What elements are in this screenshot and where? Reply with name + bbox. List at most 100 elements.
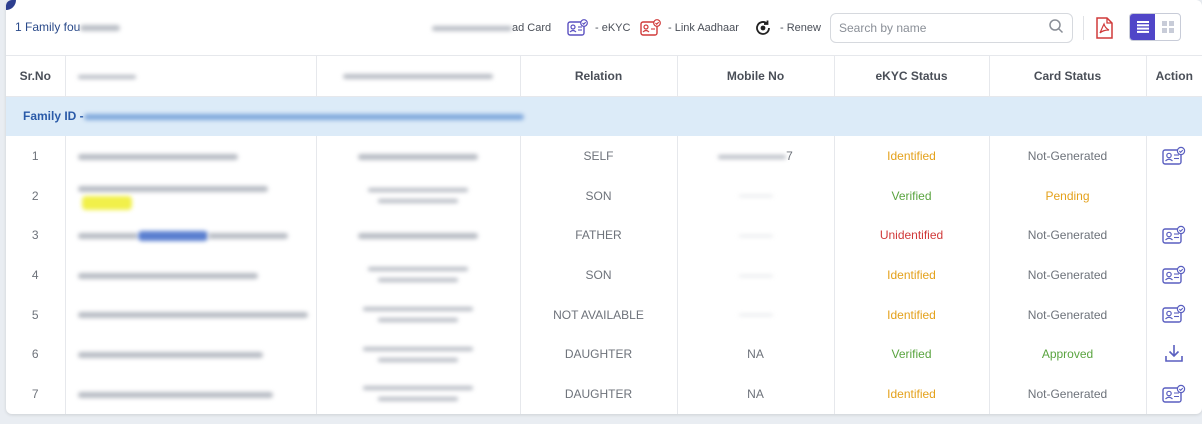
cell-redacted: [316, 175, 521, 216]
redacted-text: [77, 185, 268, 192]
redacted-text: [83, 114, 524, 121]
redacted-text: [77, 391, 273, 398]
link-aadhaar-icon: [640, 18, 662, 38]
cell-name: [65, 255, 317, 295]
redacted-highlight: [81, 195, 132, 210]
ekyc-card-icon[interactable]: [1161, 263, 1187, 285]
ekyc-card-icon[interactable]: [1161, 223, 1187, 245]
redacted-text: [378, 199, 458, 204]
legend-link-aadhaar: - Link Aadhaar: [632, 0, 739, 56]
cell-mobile: 7: [677, 136, 835, 176]
redacted-text: [358, 233, 478, 240]
cell-action: [1146, 136, 1202, 176]
table-row[interactable]: 5 NOT AVAILABLE Identified Not-Generated: [6, 294, 1202, 335]
table-row[interactable]: 1 SELF 7 Identified Not-Generated: [6, 136, 1202, 176]
family-members-table: Sr.No Relation Mobile No eKYC Status Car…: [6, 56, 1202, 414]
redacted-text: [718, 154, 787, 159]
cell-srno: 2: [6, 175, 66, 216]
cell-name: [65, 136, 317, 176]
family-id-cell: Family ID -: [6, 96, 1202, 136]
cell-redacted: [316, 255, 521, 295]
family-card-panel: 1 Family fou ad Card - eKYC - Link Aadha…: [6, 0, 1202, 414]
ekyc-card-icon[interactable]: [1161, 382, 1187, 404]
legend-renew-label: - Renew: [780, 22, 821, 34]
header-srno: Sr.No: [6, 56, 66, 97]
redacted-text: [343, 74, 493, 80]
table-row[interactable]: 4 SON Identified Not-Generated: [6, 255, 1202, 295]
redacted-text: [432, 25, 512, 31]
redacted-text: [363, 346, 473, 351]
legend-card-label: ad Card: [512, 22, 552, 34]
redacted-text: [378, 357, 458, 362]
cell-relation: DAUGHTER: [520, 334, 678, 375]
redacted-text: [80, 24, 121, 31]
cell-srno: 7: [6, 374, 66, 414]
redacted-text: [738, 314, 773, 317]
cell-mobile: [677, 255, 835, 295]
redacted-text: [77, 233, 138, 240]
header-action: Action: [1146, 56, 1202, 97]
renew-icon: [752, 18, 774, 38]
redacted-text: [378, 397, 458, 402]
list-view-button[interactable]: [1130, 14, 1155, 40]
redacted-text: [738, 274, 773, 277]
redacted-text: [368, 188, 468, 193]
legend-link-label: - Link Aadhaar: [668, 22, 739, 34]
download-icon[interactable]: [1161, 342, 1187, 364]
ekyc-card-icon[interactable]: [1161, 144, 1187, 166]
toolbar-divider: [1083, 16, 1084, 40]
redacted-text: [358, 153, 478, 160]
cell-mobile: [677, 294, 835, 335]
family-found-summary: 1 Family fou: [15, 20, 121, 34]
table-row[interactable]: 6 DAUGHTER NA Verified Approved: [6, 334, 1202, 375]
table-row[interactable]: 2 SON Verified Pending: [6, 175, 1202, 216]
pdf-icon: [1096, 17, 1113, 39]
cell-srno: 5: [6, 294, 66, 335]
header-ekyc-status: eKYC Status: [834, 56, 990, 97]
cell-ekyc-status: Identified: [834, 255, 990, 295]
cell-card-status: Not-Generated: [989, 374, 1147, 414]
grid-view-button[interactable]: [1155, 14, 1180, 40]
cell-name: [65, 374, 317, 414]
header-card-status: Card Status: [989, 56, 1147, 97]
table-row[interactable]: 7 DAUGHTER NA Identified Not-Generated: [6, 374, 1202, 414]
cell-card-status: Not-Generated: [989, 294, 1147, 335]
search-input[interactable]: [839, 21, 1048, 35]
ekyc-card-icon[interactable]: [1161, 303, 1187, 325]
family-id-label: Family ID -: [23, 109, 84, 124]
header-mobile: Mobile No: [677, 56, 835, 97]
cell-ekyc-status: Verified: [834, 334, 990, 375]
legend-renew: - Renew: [744, 0, 821, 56]
cell-name: [65, 334, 317, 375]
redacted-text: [77, 74, 136, 79]
cell-card-status: Not-Generated: [989, 215, 1147, 256]
table-row[interactable]: 3 FATHER Unidentified Not-Generated: [6, 215, 1202, 256]
cell-action: [1146, 176, 1202, 216]
cell-srno: 1: [6, 136, 66, 176]
search-box: [830, 13, 1073, 43]
grid-view-icon: [1161, 21, 1174, 33]
legend-ekyc: - eKYC: [559, 0, 630, 56]
cell-srno: 4: [6, 255, 66, 295]
header-name: [65, 56, 317, 97]
cell-action: [1146, 334, 1202, 374]
redacted-text: [207, 233, 288, 240]
cell-name: [65, 294, 317, 335]
pdf-export-button[interactable]: [1092, 16, 1116, 40]
redacted-text: [378, 278, 458, 283]
list-view-icon: [1136, 21, 1149, 33]
cell-srno: 6: [6, 334, 66, 375]
legend-card: ad Card: [432, 0, 551, 56]
header-redacted: [316, 56, 521, 97]
redacted-text: [363, 307, 473, 312]
cell-ekyc-status: Identified: [834, 294, 990, 335]
cell-relation: DAUGHTER: [520, 374, 678, 414]
redacted-highlight: [137, 231, 208, 242]
cell-redacted: [316, 215, 521, 256]
legend-ekyc-label: - eKYC: [595, 22, 631, 34]
mobile-suffix: 7: [786, 148, 793, 163]
cell-redacted: [316, 136, 521, 176]
cell-ekyc-status: Identified: [834, 374, 990, 414]
cell-name: [65, 215, 317, 256]
search-icon[interactable]: [1048, 18, 1064, 39]
